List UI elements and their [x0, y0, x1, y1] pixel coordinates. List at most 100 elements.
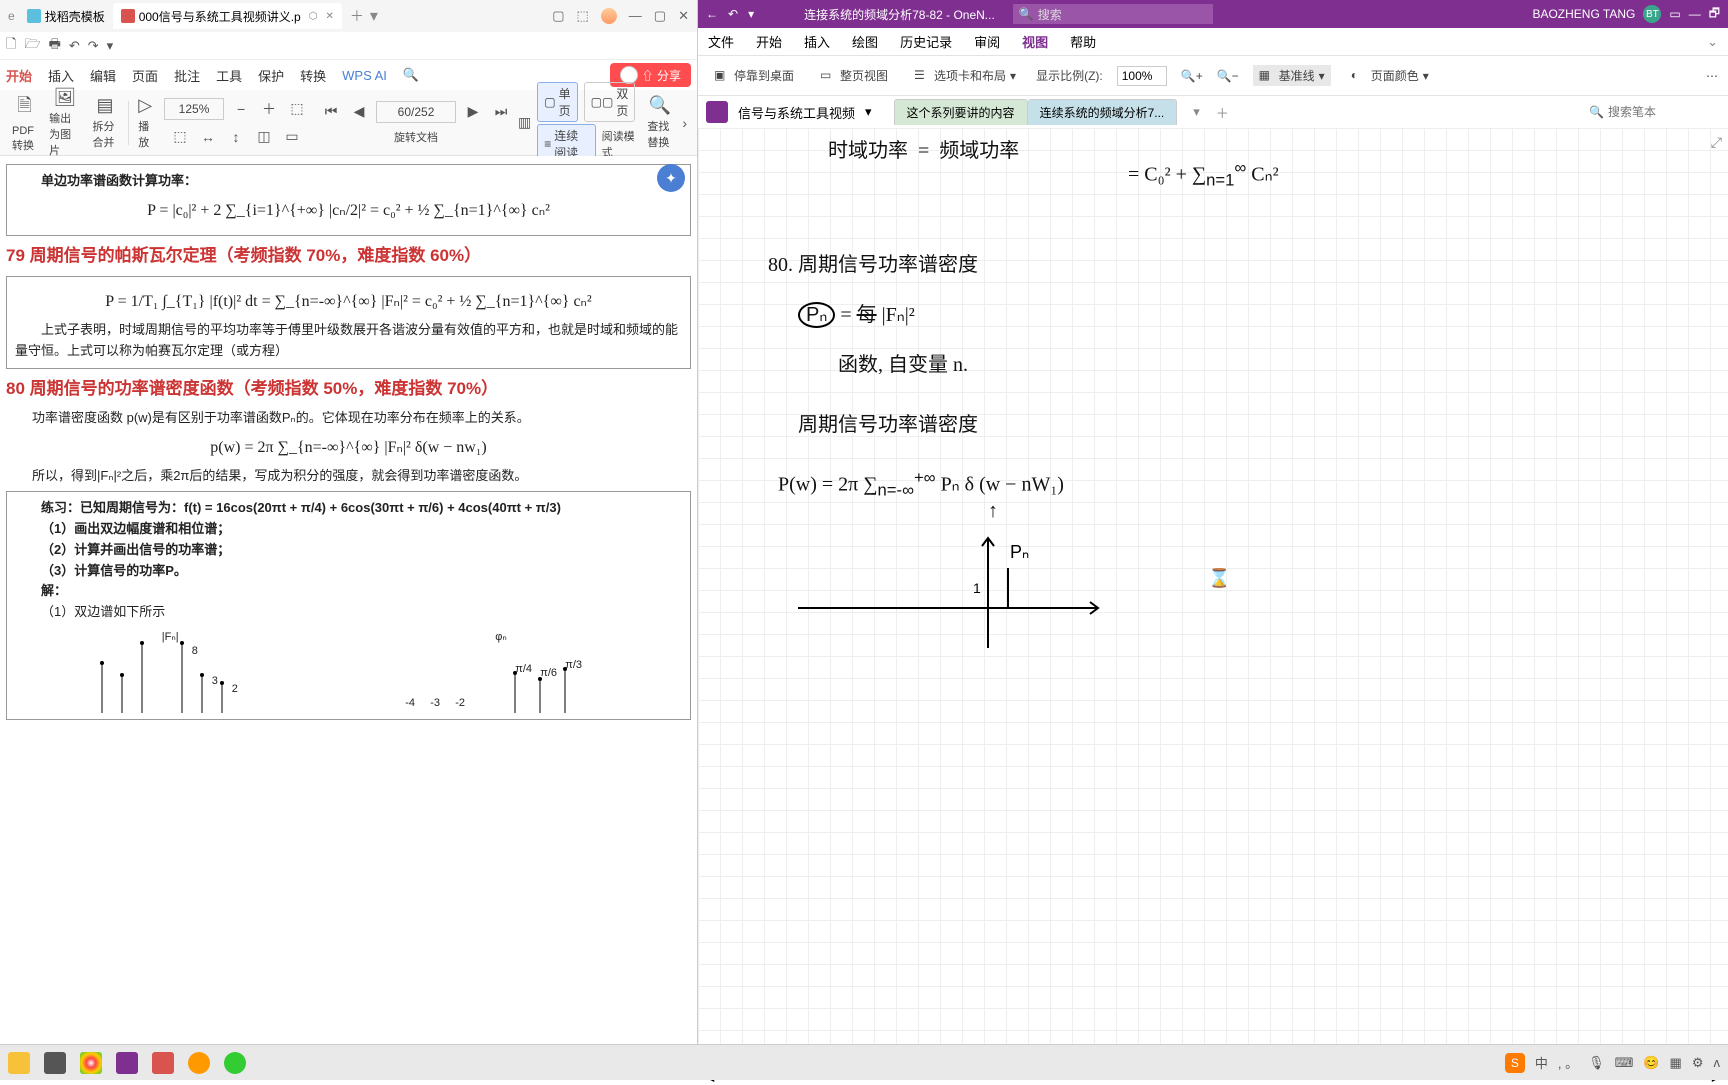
- scale-input[interactable]: [1117, 66, 1167, 86]
- onenote-canvas[interactable]: ⤢ 时域功率 = 频域功率 = C₀² + ∑n=1∞ Cₙ² 80. 周期信号…: [698, 128, 1728, 1064]
- print-icon[interactable]: 🖶: [49, 35, 61, 57]
- ai-float-badge[interactable]: ✦: [657, 164, 685, 192]
- tabs-layout-button[interactable]: ☰选项卡和布局 ▾: [908, 65, 1022, 86]
- window-cube-icon[interactable]: ⬚: [577, 8, 589, 24]
- menu-annotate[interactable]: 批注: [174, 66, 200, 85]
- close-icon[interactable]: ⬡: [309, 11, 318, 22]
- qat-dropdown[interactable]: ▾: [107, 38, 114, 54]
- section-tab-1[interactable]: 连续系统的频域分析7...: [1028, 99, 1178, 125]
- notebook-dropdown-icon[interactable]: ▾: [865, 104, 872, 120]
- menu-wps-ai[interactable]: WPS AI: [342, 68, 387, 83]
- tray-chevron-up-icon[interactable]: ʌ: [1714, 1055, 1721, 1070]
- ime-settings-icon[interactable]: ⚙: [1692, 1055, 1704, 1071]
- menu-convert[interactable]: 转换: [300, 66, 326, 85]
- taskbar-wechat-icon[interactable]: [224, 1052, 246, 1074]
- crop-icon[interactable]: ◫: [253, 126, 275, 148]
- wps-tab-document[interactable]: 000信号与系统工具视频讲义.p ⬡ ✕: [113, 3, 342, 29]
- rb-find[interactable]: 🔍查找替换: [641, 95, 678, 150]
- page-color-button[interactable]: ◐页面颜色 ▾: [1345, 65, 1435, 86]
- window-avatar-icon[interactable]: [601, 8, 617, 24]
- add-tab-button[interactable]: ＋: [350, 6, 364, 26]
- onenote-back-button[interactable]: ←: [706, 7, 718, 21]
- double-page-toggle[interactable]: ▢▢ 双页: [584, 82, 636, 122]
- rb-split-merge[interactable]: ▤拆分合并: [87, 95, 124, 150]
- taskbar-explorer-icon[interactable]: [8, 1052, 30, 1074]
- rb-export-img[interactable]: 🖼输出为图片: [43, 87, 86, 158]
- page-indicator[interactable]: 60/252: [376, 101, 456, 123]
- menu-edit[interactable]: 编辑: [90, 66, 116, 85]
- next-page-button[interactable]: ▶: [462, 101, 484, 123]
- ribbon-overflow[interactable]: ›: [678, 112, 691, 134]
- new-doc-icon[interactable]: 🗋: [6, 35, 16, 57]
- zoom-combo[interactable]: 125%: [164, 98, 224, 120]
- last-page-button[interactable]: ⏭: [490, 101, 512, 123]
- onenote-undo-button[interactable]: ↶: [728, 7, 738, 21]
- actual-size-icon[interactable]: ⬚: [169, 126, 191, 148]
- region-icon[interactable]: ▭: [281, 126, 303, 148]
- notebook-name[interactable]: 信号与系统工具视频: [738, 103, 855, 122]
- menu-page[interactable]: 页面: [132, 66, 158, 85]
- prev-page-button[interactable]: ◀: [348, 101, 370, 123]
- search-icon[interactable]: 🔍: [403, 67, 419, 83]
- fit-page-button[interactable]: ⬚: [286, 98, 308, 120]
- expand-page-icon[interactable]: ⤢: [1711, 134, 1722, 151]
- ribbon-collapse-icon[interactable]: ⌄: [1707, 34, 1718, 50]
- gridlines-button[interactable]: ▦基准线 ▾: [1253, 65, 1331, 86]
- ime-lang-icon[interactable]: 中: [1535, 1053, 1548, 1072]
- menu-history[interactable]: 历史记录: [900, 32, 952, 51]
- ribbon-more-icon[interactable]: ⋯: [1706, 69, 1718, 83]
- window-minimize-button[interactable]: —: [629, 8, 642, 24]
- notebook-icon[interactable]: [706, 101, 728, 123]
- rotate-doc[interactable]: 旋转文档: [394, 129, 438, 145]
- add-section-button[interactable]: ＋: [1216, 103, 1229, 122]
- taskbar-audio-icon[interactable]: [188, 1052, 210, 1074]
- taskbar-onenote-icon[interactable]: [116, 1052, 138, 1074]
- zoom-out-button[interactable]: −: [230, 98, 252, 120]
- ribbon-display-button[interactable]: ▭: [1669, 7, 1680, 21]
- rb-play[interactable]: ▷播放: [132, 95, 158, 150]
- taskbar-chrome-icon[interactable]: [80, 1052, 102, 1074]
- notebook-search-input[interactable]: [1608, 105, 1708, 119]
- onenote-maximize-button[interactable]: 🗗: [1709, 4, 1720, 25]
- menu-file[interactable]: 文件: [708, 32, 734, 51]
- onenote-minimize-button[interactable]: —: [1689, 7, 1701, 21]
- zoom-in-icon[interactable]: 🔍+: [1181, 69, 1203, 83]
- window-layout-icon[interactable]: ▢: [552, 8, 564, 24]
- ime-punct-icon[interactable]: , 。: [1558, 1053, 1578, 1072]
- full-page-view-button[interactable]: ▭整页视图: [814, 65, 894, 86]
- menu-home[interactable]: 开始: [756, 32, 782, 51]
- ime-grid-icon[interactable]: ▦: [1670, 1055, 1682, 1071]
- menu-help[interactable]: 帮助: [1070, 32, 1096, 51]
- menu-start[interactable]: 开始: [6, 66, 32, 85]
- open-icon[interactable]: 🗁: [24, 35, 40, 57]
- redo-icon[interactable]: ↷: [88, 38, 99, 54]
- two-page-icon[interactable]: ▥: [518, 112, 531, 134]
- menu-view[interactable]: 视图: [1022, 32, 1048, 51]
- tab-close-icon[interactable]: ✕: [325, 11, 333, 22]
- menu-review[interactable]: 审阅: [974, 32, 1000, 51]
- menu-draw[interactable]: 绘图: [852, 32, 878, 51]
- ime-mic-icon[interactable]: 🎙: [1588, 1055, 1605, 1071]
- menu-protect[interactable]: 保护: [258, 66, 284, 85]
- share-button[interactable]: ⇧ 分享: [642, 67, 681, 84]
- onenote-username[interactable]: BAOZHENG TANG: [1532, 7, 1635, 21]
- menu-insert[interactable]: 插入: [804, 32, 830, 51]
- taskbar-wps-icon[interactable]: [152, 1052, 174, 1074]
- read-mode[interactable]: 阅读模式: [602, 128, 636, 160]
- menu-insert[interactable]: 插入: [48, 66, 74, 85]
- dock-to-desktop-button[interactable]: ▣停靠到桌面: [708, 65, 800, 86]
- window-maximize-button[interactable]: ▢: [654, 8, 666, 24]
- rb-pdf-convert[interactable]: 🗎PDF转换: [6, 93, 43, 153]
- ime-emoji-icon[interactable]: 😊: [1643, 1055, 1659, 1071]
- menu-tools[interactable]: 工具: [216, 66, 242, 85]
- taskbar-videos-icon[interactable]: [44, 1052, 66, 1074]
- user-avatar-icon[interactable]: BT: [1643, 5, 1661, 23]
- zoom-in-button[interactable]: ＋: [258, 98, 280, 120]
- tab-menu-chevron[interactable]: ▾: [370, 6, 378, 26]
- onenote-qat-dropdown[interactable]: ▾: [748, 7, 754, 21]
- onenote-search-box[interactable]: 🔍 搜索: [1013, 4, 1213, 24]
- window-close-button[interactable]: ✕: [678, 8, 689, 24]
- undo-icon[interactable]: ↶: [69, 38, 80, 54]
- wps-document[interactable]: ✦ 单边功率谱函数计算功率： P = |c₀|² + 2 ∑_{i=1}^{+∞…: [0, 156, 697, 1052]
- section-tab-0[interactable]: 这个系列要讲的内容: [894, 99, 1028, 125]
